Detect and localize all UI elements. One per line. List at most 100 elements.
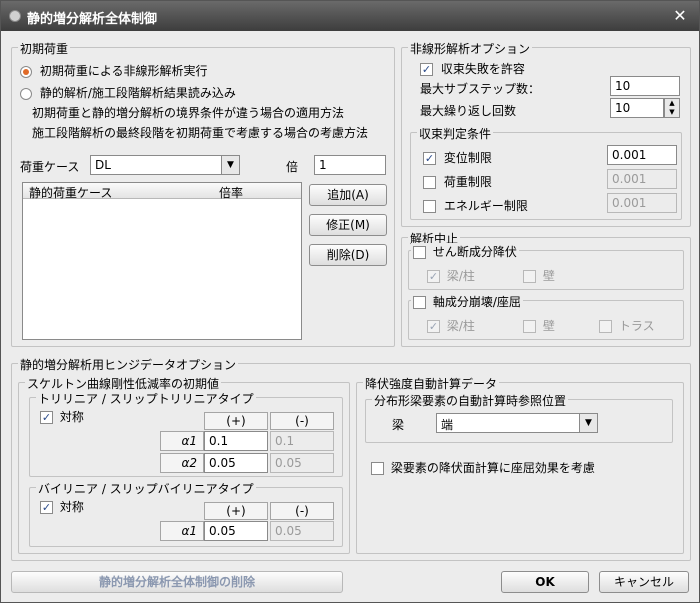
shear-yield-label: せん断成分降伏: [432, 245, 517, 259]
beam-position-value: 端: [441, 418, 454, 432]
trilinear-symmetric-checkbox[interactable]: ✓: [40, 411, 53, 424]
axial-collapse-label: 軸成分崩壊/座屈: [432, 295, 521, 309]
axial-wall-label: 壁: [542, 319, 555, 333]
modify-button[interactable]: 修正(M): [309, 214, 387, 236]
trilinear-group: トリリニア / スリップトリリニアタイプ ✓ 対称 (+) (-) α1 α2: [29, 390, 343, 477]
axial-beam-column-checkbox[interactable]: ✓: [427, 320, 440, 333]
displacement-option[interactable]: ✓ 変位制限: [423, 149, 492, 166]
radio-import[interactable]: [20, 87, 32, 100]
energy-label: エネルギー制限: [443, 199, 528, 213]
axial-beam-column-option[interactable]: ✓ 梁/柱: [427, 317, 475, 334]
max-iter-input[interactable]: [610, 98, 664, 118]
trilinear-symmetric-option[interactable]: ✓ 対称: [40, 408, 84, 425]
distributed-beam-group: 分布形梁要素の自動計算時参照位置 梁 端 ▼: [365, 392, 673, 443]
trilinear-alpha2-minus[interactable]: [270, 453, 334, 473]
energy-input[interactable]: [607, 193, 677, 213]
convergence-group: 収束判定条件 ✓ 変位制限 荷重制限 エネルギー制限: [410, 125, 682, 220]
trilinear-col-minus: (-): [270, 412, 334, 430]
bilinear-alpha1-plus[interactable]: [204, 521, 268, 541]
chevron-down-icon[interactable]: ▼: [221, 156, 239, 174]
col-factor: 倍率: [219, 186, 244, 200]
spin-up-icon[interactable]: ▲: [665, 99, 679, 108]
trilinear-alpha2-plus[interactable]: [204, 453, 268, 473]
bilinear-group: バイリニア / スリップバイリニアタイプ ✓ 対称 (+) (-) α1: [29, 480, 343, 547]
allow-nonconvergence-label: 収束失敗を許容: [440, 62, 525, 76]
load-checkbox[interactable]: [423, 176, 436, 189]
trilinear-legend: トリリニア / スリップトリリニアタイプ: [36, 390, 256, 407]
radio-nonlinear-label: 初期荷重による非線形解析実行: [39, 64, 208, 78]
axial-wall-checkbox[interactable]: [523, 320, 536, 333]
max-iter-stepper[interactable]: ▲ ▼: [664, 98, 680, 118]
radio-nonlinear-option[interactable]: 初期荷重による非線形解析実行: [20, 62, 207, 79]
bilinear-legend: バイリニア / スリップバイリニアタイプ: [36, 480, 256, 497]
radio-import-label: 静的解析/施工段階解析結果読み込み: [39, 86, 236, 100]
displacement-input[interactable]: [607, 145, 677, 165]
col-load-case: 静的荷重ケース: [29, 186, 113, 200]
allow-nonconvergence-checkbox[interactable]: ✓: [420, 63, 433, 76]
axial-truss-checkbox[interactable]: [599, 320, 612, 333]
delete-all-button[interactable]: 静的増分解析全体制御の削除: [11, 571, 343, 593]
chevron-down-icon[interactable]: ▼: [579, 414, 597, 432]
hinge-options-group: 静的増分解析用ヒンジデータオプション スケルトン曲線剛性低減率の初期値 トリリニ…: [11, 356, 691, 561]
note-final-stage: 施工段階解析の最終段階を初期荷重で考慮する場合の考慮方法: [32, 126, 369, 140]
displacement-checkbox[interactable]: ✓: [423, 152, 436, 165]
convergence-legend: 収束判定条件: [417, 125, 494, 142]
bilinear-alpha1-minus[interactable]: [270, 521, 334, 541]
energy-option[interactable]: エネルギー制限: [423, 197, 528, 214]
add-button[interactable]: 追加(A): [309, 184, 387, 206]
radio-import-option[interactable]: 静的解析/施工段階解析結果読み込み: [20, 84, 236, 101]
cancel-button[interactable]: キャンセル: [599, 571, 689, 593]
load-input[interactable]: [607, 169, 677, 189]
factor-label: 倍: [286, 160, 299, 174]
shear-yield-checkbox[interactable]: [413, 246, 426, 259]
shear-beam-column-label: 梁/柱: [446, 269, 475, 283]
load-case-label: 荷重ケース: [20, 160, 80, 174]
shear-wall-checkbox[interactable]: [523, 270, 536, 283]
trilinear-col-plus: (+): [204, 412, 268, 430]
displacement-label: 変位制限: [443, 151, 492, 165]
load-case-value: DL: [95, 158, 111, 172]
title-bar: 静的増分解析全体制御 ✕: [1, 1, 699, 31]
axial-collapse-checkbox[interactable]: [413, 296, 426, 309]
buckling-checkbox[interactable]: [371, 462, 384, 475]
axial-collapse-group: 軸成分崩壊/座屈 ✓ 梁/柱 壁 トラス: [408, 293, 684, 340]
close-icon[interactable]: ✕: [671, 7, 689, 25]
trilinear-alpha2-label: α2: [160, 453, 204, 473]
axial-collapse-option[interactable]: 軸成分崩壊/座屈: [411, 293, 523, 310]
buckling-option[interactable]: 梁要素の降伏面計算に座屈効果を考慮: [371, 459, 595, 476]
analysis-stop-group: 解析中止 せん断成分降伏 ✓ 梁/柱 壁 軸成分崩壊/座屈 ✓ 梁/柱 壁 トラ…: [401, 230, 691, 347]
nonlinear-options-legend: 非線形解析オプション: [408, 40, 533, 57]
ok-button[interactable]: OK: [501, 571, 589, 593]
load-case-select[interactable]: DL ▼: [90, 155, 240, 175]
shear-wall-option[interactable]: 壁: [523, 267, 555, 284]
shear-yield-option[interactable]: せん断成分降伏: [411, 243, 519, 260]
delete-button[interactable]: 削除(D): [309, 244, 387, 266]
bilinear-symmetric-option[interactable]: ✓ 対称: [40, 498, 84, 515]
beam-position-select[interactable]: 端 ▼: [436, 413, 598, 433]
app-icon: [9, 10, 21, 22]
radio-nonlinear[interactable]: [20, 65, 32, 78]
energy-checkbox[interactable]: [423, 200, 436, 213]
window-title: 静的増分解析全体制御: [27, 12, 158, 27]
shear-beam-column-option[interactable]: ✓ 梁/柱: [427, 267, 475, 284]
load-option[interactable]: 荷重制限: [423, 173, 492, 190]
bilinear-col-plus: (+): [204, 502, 268, 520]
max-iter-label: 最大繰り返し回数: [420, 104, 517, 118]
max-substep-input[interactable]: [610, 76, 680, 96]
skeleton-group: スケルトン曲線剛性低減率の初期値 トリリニア / スリップトリリニアタイプ ✓ …: [18, 375, 350, 554]
trilinear-alpha1-plus[interactable]: [204, 431, 268, 451]
factor-input[interactable]: [314, 155, 386, 175]
load-case-list[interactable]: 静的荷重ケース 倍率: [22, 182, 302, 340]
trilinear-alpha1-minus[interactable]: [270, 431, 334, 451]
hinge-options-legend: 静的増分解析用ヒンジデータオプション: [18, 356, 239, 373]
bilinear-col-minus: (-): [270, 502, 334, 520]
yield-strength-group: 降伏強度自動計算データ 分布形梁要素の自動計算時参照位置 梁 端 ▼ 梁要素の降…: [356, 375, 684, 554]
list-header: 静的荷重ケース 倍率: [23, 183, 301, 200]
axial-wall-option[interactable]: 壁: [523, 317, 555, 334]
axial-truss-option[interactable]: トラス: [599, 317, 655, 334]
spin-down-icon[interactable]: ▼: [665, 108, 679, 117]
bilinear-symmetric-checkbox[interactable]: ✓: [40, 501, 53, 514]
trilinear-alpha1-label: α1: [160, 431, 204, 451]
allow-nonconvergence-option[interactable]: ✓ 収束失敗を許容: [420, 60, 525, 77]
shear-beam-column-checkbox[interactable]: ✓: [427, 270, 440, 283]
